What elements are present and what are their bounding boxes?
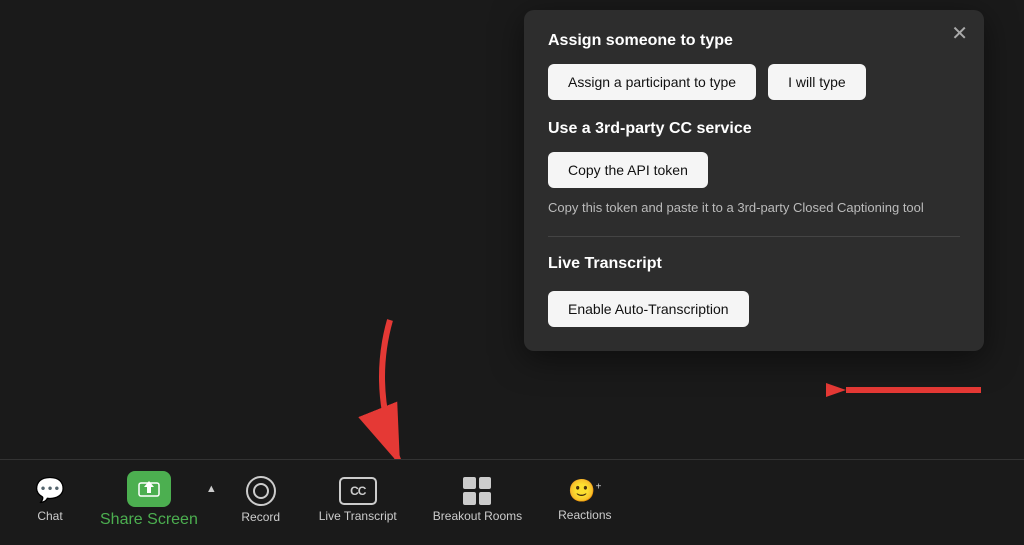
section2-title: Use a 3rd-party CC service bbox=[548, 120, 960, 138]
breakout-cell-2 bbox=[479, 477, 492, 490]
chat-icon: 💬 bbox=[35, 476, 65, 505]
share-screen-chevron-icon[interactable]: ▲ bbox=[206, 483, 217, 495]
section3-title: Live Transcript bbox=[548, 255, 960, 273]
toolbar-item-reactions[interactable]: 🙂+ Reactions bbox=[540, 470, 629, 530]
toolbar-item-live-transcript[interactable]: CC Live Transcript bbox=[301, 469, 415, 531]
toolbar: 💬 Chat Share Screen ▲ Record CC Live Tra… bbox=[0, 459, 1024, 539]
breakout-rooms-icon bbox=[463, 477, 491, 505]
section1-title: Assign someone to type bbox=[548, 32, 960, 50]
breakout-cell-3 bbox=[463, 492, 476, 505]
assign-participant-button[interactable]: Assign a participant to type bbox=[548, 64, 756, 100]
toolbar-item-chat[interactable]: 💬 Chat bbox=[10, 468, 90, 531]
closed-caption-popup: ✕ Assign someone to type Assign a partic… bbox=[524, 10, 984, 351]
copy-token-helper: Copy this token and paste it to a 3rd-pa… bbox=[548, 198, 960, 218]
close-button[interactable]: ✕ bbox=[951, 24, 968, 44]
toolbar-item-breakout-rooms[interactable]: Breakout Rooms bbox=[415, 469, 540, 531]
section-divider bbox=[548, 236, 960, 237]
record-icon bbox=[246, 476, 276, 506]
reactions-icon: 🙂+ bbox=[568, 478, 601, 504]
share-screen-label: Share Screen bbox=[100, 511, 198, 529]
assign-button-row: Assign a participant to type I will type bbox=[548, 64, 960, 100]
breakout-cell-4 bbox=[479, 492, 492, 505]
i-will-type-button[interactable]: I will type bbox=[768, 64, 866, 100]
toolbar-item-share-screen[interactable]: Share Screen ▲ bbox=[90, 455, 221, 545]
copy-api-token-button[interactable]: Copy the API token bbox=[548, 152, 708, 188]
enable-auto-transcription-button[interactable]: Enable Auto-Transcription bbox=[548, 291, 749, 327]
breakout-cell-1 bbox=[463, 477, 476, 490]
record-label: Record bbox=[241, 510, 280, 524]
record-inner-circle bbox=[253, 483, 269, 499]
chat-label: Chat bbox=[37, 509, 62, 523]
reactions-label: Reactions bbox=[558, 508, 611, 522]
breakout-rooms-label: Breakout Rooms bbox=[433, 509, 522, 523]
live-transcript-icon: CC bbox=[339, 477, 377, 505]
toolbar-item-record[interactable]: Record bbox=[221, 468, 301, 532]
share-screen-btn[interactable]: Share Screen bbox=[94, 463, 204, 537]
live-transcript-label: Live Transcript bbox=[319, 509, 397, 523]
share-screen-icon bbox=[127, 471, 171, 507]
